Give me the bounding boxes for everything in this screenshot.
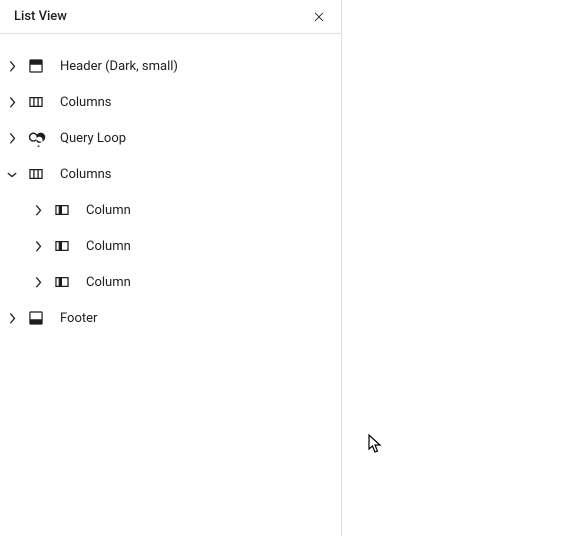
tree-item-label: Columns [60,167,112,182]
chevron-right-icon [2,128,22,148]
expand-toggle[interactable] [0,92,24,112]
close-button[interactable] [305,3,333,31]
tree-item-column[interactable]: Column [0,228,341,264]
column-icon [50,198,74,222]
expand-toggle[interactable] [26,236,50,256]
tree-item-columns-expanded[interactable]: Columns [0,156,341,192]
expand-toggle[interactable] [0,308,24,328]
tree-item-query-loop[interactable]: Query Loop [0,120,341,156]
tree-item-label: Column [86,239,131,254]
chevron-right-icon [2,308,22,328]
expand-toggle[interactable] [26,200,50,220]
tree-item-column[interactable]: Column [0,192,341,228]
tree-item-columns[interactable]: Columns [0,84,341,120]
expand-toggle[interactable] [26,272,50,292]
chevron-right-icon [28,236,48,256]
chevron-right-icon [28,272,48,292]
chevron-right-icon [2,56,22,76]
list-view-panel: List View Header (Dark, small) Columns [0,0,342,536]
panel-title: List View [14,9,67,24]
column-icon [50,270,74,294]
loop-icon [24,126,48,150]
mouse-cursor-icon [368,434,384,454]
tree-item-label: Header (Dark, small) [60,59,178,74]
column-icon [50,234,74,258]
block-tree: Header (Dark, small) Columns Query Loop [0,34,341,350]
chevron-right-icon [2,92,22,112]
header-icon [24,54,48,78]
tree-item-footer[interactable]: Footer [0,300,341,336]
columns-icon [24,90,48,114]
close-icon [312,10,326,24]
chevron-down-icon [2,164,22,184]
tree-item-label: Footer [60,311,97,326]
tree-item-label: Column [86,275,131,290]
tree-item-column[interactable]: Column [0,264,341,300]
tree-item-label: Query Loop [60,131,126,146]
footer-icon [24,306,48,330]
expand-toggle[interactable] [0,56,24,76]
chevron-right-icon [28,200,48,220]
tree-item-label: Column [86,203,131,218]
tree-item-header[interactable]: Header (Dark, small) [0,48,341,84]
columns-icon [24,162,48,186]
collapse-toggle[interactable] [0,164,24,184]
tree-item-label: Columns [60,95,112,110]
panel-header: List View [0,0,341,34]
expand-toggle[interactable] [0,128,24,148]
